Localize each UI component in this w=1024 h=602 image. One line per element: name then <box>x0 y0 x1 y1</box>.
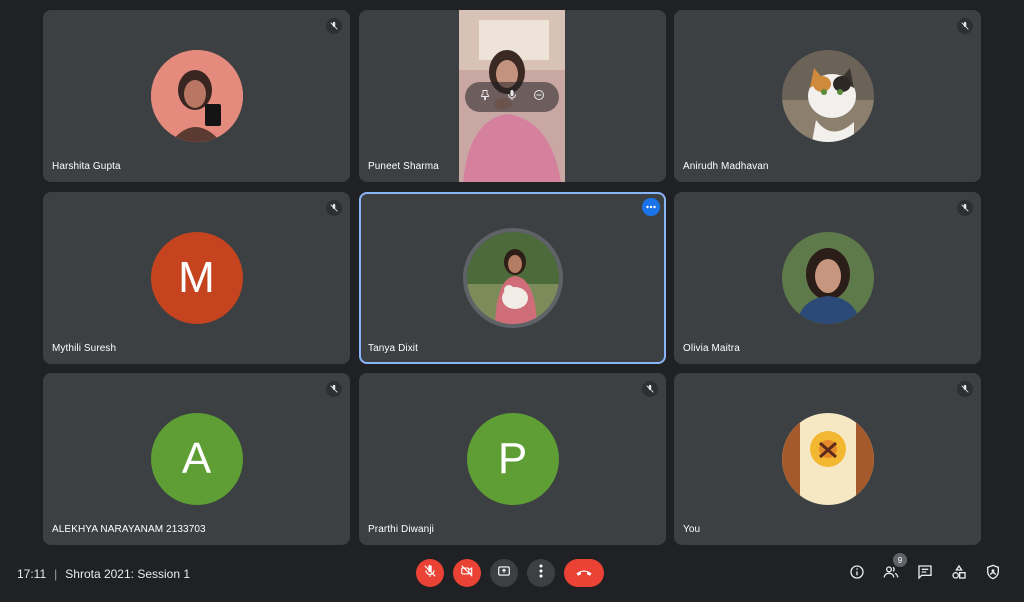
participant-tile-tanya[interactable]: Tanya Dixit <box>359 192 666 364</box>
logo-avatar <box>781 413 874 505</box>
mic-off-icon <box>326 381 342 397</box>
meeting-info: 17:11 | Shrota 2021: Session 1 <box>17 567 190 581</box>
meeting-time: 17:11 <box>17 567 47 581</box>
mic-off-icon <box>642 381 658 397</box>
present-now-button[interactable] <box>490 559 518 587</box>
participant-tile-anirudh[interactable]: Anirudh Madhavan <box>674 10 981 182</box>
participant-tile-prarthi[interactable]: P Prarthi Diwanji <box>359 373 666 545</box>
present-screen-icon <box>497 564 511 583</box>
participant-tile-you[interactable]: You <box>674 373 981 545</box>
activities-button[interactable] <box>949 564 969 584</box>
participant-name: Puneet Sharma <box>368 161 439 172</box>
participant-name: Prarthi Diwanji <box>368 524 434 535</box>
participant-tile-harshita[interactable]: Harshita Gupta <box>43 10 350 182</box>
participant-tile-alekhya[interactable]: A ALEKHYA NARAYANAM 2133703 <box>43 373 350 545</box>
more-vert-icon <box>539 564 543 583</box>
participant-name: ALEKHYA NARAYANAM 2133703 <box>52 524 206 535</box>
remove-icon[interactable] <box>533 88 545 106</box>
people-count-badge: 9 <box>893 553 907 567</box>
chat-icon <box>917 564 933 585</box>
participant-name: Olivia Maitra <box>683 343 740 354</box>
pin-icon[interactable] <box>479 88 491 106</box>
mic-off-icon <box>423 564 437 583</box>
participant-name: Mythili Suresh <box>52 343 117 354</box>
mic-off-icon <box>957 381 973 397</box>
mic-off-icon <box>326 200 342 216</box>
call-end-icon <box>575 564 593 582</box>
avatar <box>150 50 243 142</box>
avatar <box>462 228 563 328</box>
meeting-title: Shrota 2021: Session 1 <box>65 567 191 581</box>
toggle-mic-button[interactable] <box>416 559 444 587</box>
participant-name: You <box>683 524 701 535</box>
participant-name: Harshita Gupta <box>52 161 121 172</box>
meeting-details-button[interactable] <box>847 564 867 584</box>
mic-icon[interactable] <box>506 88 518 106</box>
participant-name: Anirudh Madhavan <box>683 161 769 172</box>
more-options-icon[interactable] <box>642 198 660 216</box>
avatar <box>781 50 874 142</box>
info-icon <box>849 564 865 585</box>
bottom-bar: 17:11 | Shrota 2021: Session 1 9 <box>0 553 1024 592</box>
chat-button[interactable] <box>915 564 935 584</box>
more-options-button[interactable] <box>527 559 555 587</box>
participant-tile-mythili[interactable]: M Mythili Suresh <box>43 192 350 364</box>
avatar <box>781 232 874 324</box>
participant-name: Tanya Dixit <box>368 343 419 354</box>
participant-tile-olivia[interactable]: Olivia Maitra <box>674 192 981 364</box>
people-icon <box>883 564 899 585</box>
activities-icon <box>951 564 967 585</box>
avatar-letter: P <box>466 413 559 505</box>
mic-off-icon <box>326 18 342 34</box>
show-everyone-button[interactable] <box>881 564 901 584</box>
separator: | <box>54 567 58 581</box>
mic-off-icon <box>957 18 973 34</box>
participant-grid: Harshita Gupta Puneet Sharma Anirudh Mad… <box>43 10 981 545</box>
tile-hover-controls <box>465 82 559 112</box>
toggle-camera-button[interactable] <box>453 559 481 587</box>
shield-icon <box>985 564 1001 585</box>
avatar-letter: M <box>150 232 243 324</box>
avatar-letter: A <box>150 413 243 505</box>
mic-off-icon <box>957 200 973 216</box>
leave-call-button[interactable] <box>564 559 604 587</box>
participant-tile-puneet[interactable]: Puneet Sharma <box>359 10 666 182</box>
videocam-off-icon <box>460 564 474 583</box>
host-controls-button[interactable] <box>983 564 1003 584</box>
